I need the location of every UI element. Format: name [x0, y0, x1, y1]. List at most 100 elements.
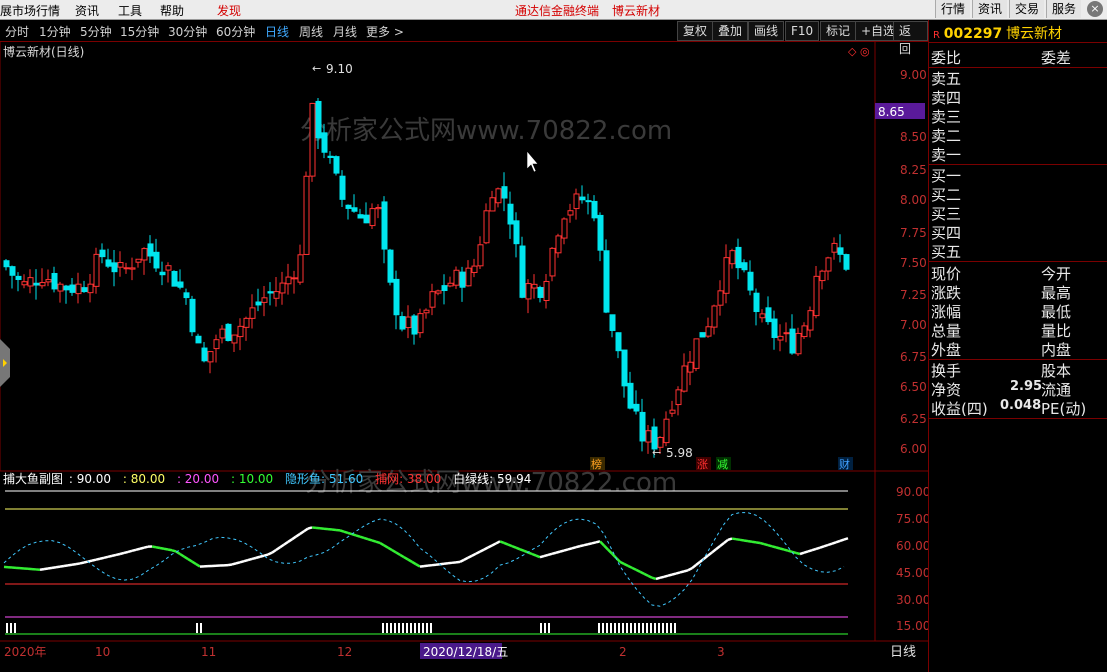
- f10-button[interactable]: F10: [785, 21, 820, 41]
- candle-body: [765, 307, 772, 323]
- quote-low-label: 最低: [1041, 303, 1072, 321]
- close-icon[interactable]: ×: [1087, 1, 1103, 17]
- period-1min[interactable]: 1分钟: [39, 23, 71, 40]
- period-15min[interactable]: 15分钟: [120, 23, 159, 40]
- candle-body: [747, 271, 754, 291]
- candle-body: [471, 265, 478, 273]
- quote-button[interactable]: 行情: [935, 0, 971, 18]
- candle-body: [423, 309, 430, 314]
- top-menu-bar: 展市场行情 资讯 工具 帮助 发现 通达信金融终端 博云新材 行情 资讯 交易 …: [0, 0, 1107, 20]
- candle-body: [75, 283, 82, 295]
- white-green-line: [43, 567, 49, 571]
- signal-bar: [666, 623, 668, 633]
- period-toolbar: 分时 1分钟 5分钟 15分钟 30分钟 60分钟 日线 周线 月线 更多 > …: [0, 20, 928, 56]
- r-badge: R: [933, 30, 940, 41]
- period-more[interactable]: 更多 >: [366, 23, 404, 40]
- date-tick: 12: [337, 645, 352, 659]
- info-button[interactable]: 资讯: [972, 0, 1008, 18]
- link-terminal[interactable]: 通达信金融终端: [515, 2, 599, 19]
- white-green-line: [403, 556, 409, 561]
- candle-body: [663, 418, 670, 444]
- white-green-line: [459, 558, 465, 563]
- candle-body: [45, 279, 52, 283]
- period-minute[interactable]: 分时: [5, 23, 29, 40]
- candle-body: [549, 247, 556, 277]
- candle-body: [135, 258, 142, 263]
- period-day[interactable]: 日线: [265, 23, 289, 40]
- white-green-line: [111, 553, 117, 558]
- white-green-line: [247, 557, 253, 562]
- candle-body: [273, 291, 280, 299]
- candle-body: [501, 186, 508, 199]
- draw-button[interactable]: 画线: [748, 21, 785, 41]
- candle-body: [213, 339, 220, 350]
- overlay-button[interactable]: 叠加: [712, 21, 749, 41]
- service-button[interactable]: 服务: [1046, 0, 1082, 18]
- white-green-line: [103, 555, 109, 559]
- signal-bar: [196, 623, 198, 633]
- white-green-line: [575, 544, 581, 549]
- candle-body: [585, 200, 592, 203]
- menu-discover[interactable]: 发现: [217, 2, 241, 19]
- period-60min[interactable]: 60分钟: [216, 23, 255, 40]
- price-tick: 9.00: [900, 68, 927, 82]
- white-green-line: [107, 554, 113, 559]
- white-green-line: [379, 541, 385, 547]
- trade-button[interactable]: 交易: [1009, 0, 1045, 18]
- signal-bar: [674, 623, 676, 633]
- quote-volratio-label: 量比: [1041, 322, 1072, 340]
- candle-body: [159, 271, 166, 276]
- param-net: 捕网: 38.00: [375, 471, 441, 486]
- stock-name: 博云新材: [1006, 26, 1063, 42]
- white-green-line: [655, 576, 661, 581]
- white-green-line: [383, 544, 389, 549]
- white-green-line: [227, 563, 233, 567]
- chart-area[interactable]: 9.00 8.50 8.25 8.00 7.75 7.50 7.25 7.00 …: [0, 41, 928, 672]
- mark-button[interactable]: 标记: [820, 21, 857, 41]
- white-green-line: [571, 546, 577, 550]
- candle-body: [753, 292, 760, 313]
- back-button[interactable]: 返回: [893, 21, 928, 56]
- white-green-line: [803, 550, 809, 554]
- white-green-line: [71, 562, 77, 566]
- candle-body: [789, 328, 796, 354]
- white-green-line: [555, 550, 561, 554]
- tag-finance[interactable]: 财: [839, 457, 850, 471]
- menu-help[interactable]: 帮助: [160, 2, 184, 19]
- buy-3: 买三: [931, 205, 962, 223]
- eps-label: 收益(四): [931, 400, 988, 418]
- menu-market[interactable]: 展市场行情: [0, 2, 60, 19]
- period-month[interactable]: 月线: [333, 23, 357, 40]
- candle-body: [573, 193, 580, 210]
- price-tick: 7.00: [900, 318, 927, 332]
- diamond-icon[interactable]: ◇ ◎: [848, 45, 870, 58]
- candle-body: [183, 292, 190, 299]
- tag-reduce[interactable]: 减: [717, 458, 728, 471]
- adjust-button[interactable]: 复权: [677, 21, 714, 41]
- menu-news[interactable]: 资讯: [75, 2, 99, 19]
- candle-body: [615, 332, 622, 352]
- date-tick: 2: [619, 645, 627, 659]
- white-green-line: [723, 538, 729, 544]
- white-green-line: [183, 555, 189, 561]
- white-green-line: [295, 532, 301, 538]
- signal-bar: [426, 623, 428, 633]
- candle-body: [285, 276, 292, 285]
- candle-body: [597, 214, 604, 251]
- menu-tools[interactable]: 工具: [118, 2, 142, 19]
- tag-limit-up[interactable]: 涨: [697, 458, 708, 471]
- white-green-line: [631, 566, 637, 571]
- signal-bar: [398, 623, 400, 633]
- quote-panel: R 002297 博云新材 委比 委差 卖五 卖四 卖三 卖二 卖一 买一 买二…: [928, 20, 1107, 672]
- period-5min[interactable]: 5分钟: [80, 23, 112, 40]
- period-week[interactable]: 周线: [299, 23, 323, 40]
- period-30min[interactable]: 30分钟: [168, 23, 207, 40]
- candle-body: [831, 242, 838, 253]
- link-stock[interactable]: 博云新材: [612, 2, 660, 19]
- signal-bar: [410, 623, 412, 633]
- tag-rank[interactable]: 榜: [591, 457, 602, 471]
- white-green-line: [519, 548, 525, 553]
- white-green-line: [371, 539, 377, 543]
- signal-bar: [630, 623, 632, 633]
- white-green-line: [647, 574, 653, 579]
